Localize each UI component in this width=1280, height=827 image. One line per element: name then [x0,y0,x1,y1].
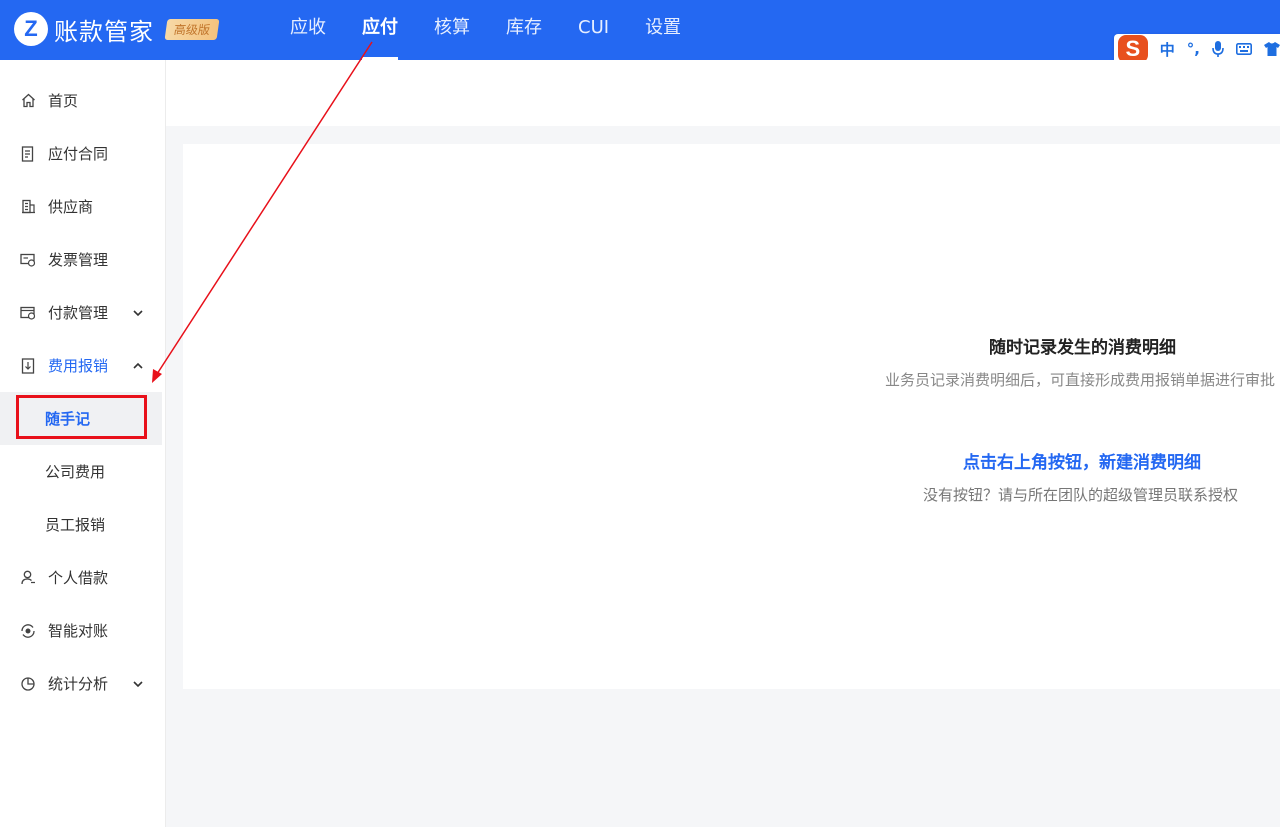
empty-state-description: 业务员记录消费明细后，可直接形成费用报销单据进行审批 [885,371,1276,389]
building-icon [20,199,36,215]
sidebar-subitem-quick-note[interactable]: 随手记 [0,392,162,445]
pie-chart-icon [20,676,36,692]
nav-tab-cui[interactable]: CUI [560,0,627,60]
sidebar-subitem-company-expense[interactable]: 公司费用 [0,445,162,498]
nav-tab-accounting[interactable]: 核算 [416,0,488,60]
invoice-icon [20,252,36,268]
app-name: 账款管家 [54,17,154,46]
nav-tab-payable[interactable]: 应付 [344,0,416,60]
sidebar-item-payable-contract[interactable]: 应付合同 [0,127,162,180]
sidebar-subitem-employee-reimbursement[interactable]: 员工报销 [0,498,162,551]
sidebar-item-label: 应付合同 [48,145,109,163]
sidebar-item-label: 付款管理 [48,304,109,322]
edition-badge: 高级版 [164,18,220,40]
sidebar-item-label: 费用报销 [48,357,109,375]
sidebar-item-label: 员工报销 [45,516,106,534]
sidebar-item-payment[interactable]: 付款管理 [0,286,162,339]
user-icon [20,570,36,586]
skin-icon[interactable] [1264,42,1280,56]
sidebar-item-supplier[interactable]: 供应商 [0,180,162,233]
empty-state-title: 随时记录发生的消费明细 [989,338,1176,358]
chevron-up-icon[interactable] [132,358,144,370]
sidebar-item-label: 公司费用 [45,463,106,481]
chevron-down-icon[interactable] [132,676,144,688]
empty-state-hint: 没有按钮？请与所在团队的超级管理员联系授权 [923,486,1239,504]
keyboard-icon[interactable] [1236,43,1252,55]
sidebar-item-label: 供应商 [48,198,94,216]
sidebar-item-statistics[interactable]: 统计分析 [0,657,162,710]
sidebar-item-label: 首页 [48,92,79,110]
microphone-icon[interactable] [1212,41,1224,57]
top-bar: Z 账款管家 高级版 应收 应付 核算 库存 CUI 设置 [0,0,1280,60]
logo-icon: Z [14,12,48,46]
ime-logo-icon[interactable]: S [1118,35,1148,63]
sidebar-item-invoice[interactable]: 发票管理 [0,233,162,286]
sidebar-item-expense-reimbursement[interactable]: 费用报销 [0,339,162,392]
sidebar-item-label: 个人借款 [48,569,109,587]
content-toolbar [166,60,1280,126]
sidebar-item-label: 随手记 [45,410,91,428]
nav-tab-settings[interactable]: 设置 [627,0,699,60]
sidebar-item-label: 智能对账 [48,622,109,640]
sidebar-item-label: 发票管理 [48,251,109,269]
sidebar-item-home[interactable]: 首页 [0,74,162,127]
ime-punctuation-toggle[interactable]: °, [1187,40,1200,58]
home-icon [20,93,36,109]
reconcile-icon [20,623,36,639]
chevron-down-icon[interactable] [132,305,144,317]
nav-tab-inventory[interactable]: 库存 [488,0,560,60]
sidebar-item-personal-loan[interactable]: 个人借款 [0,551,162,604]
sidebar-item-label: 统计分析 [48,675,109,693]
app-logo[interactable]: Z 账款管家 高级版 [14,11,220,47]
empty-state-action-text: 点击右上角按钮，新建消费明细 [963,453,1201,473]
sidebar: 首页 应付合同 供应商 发票管理 付款管理 费用报销 随手记 公司费用 员工报销… [0,60,166,827]
sidebar-item-smart-reconcile[interactable]: 智能对账 [0,604,162,657]
nav-tab-receivable[interactable]: 应收 [272,0,344,60]
ime-language-toggle[interactable]: 中 [1160,39,1175,60]
contract-icon [20,145,36,162]
reimburse-icon [20,357,36,374]
content-panel [183,144,1280,689]
main-nav: 应收 应付 核算 库存 CUI 设置 [272,0,699,60]
payment-icon [20,305,36,321]
